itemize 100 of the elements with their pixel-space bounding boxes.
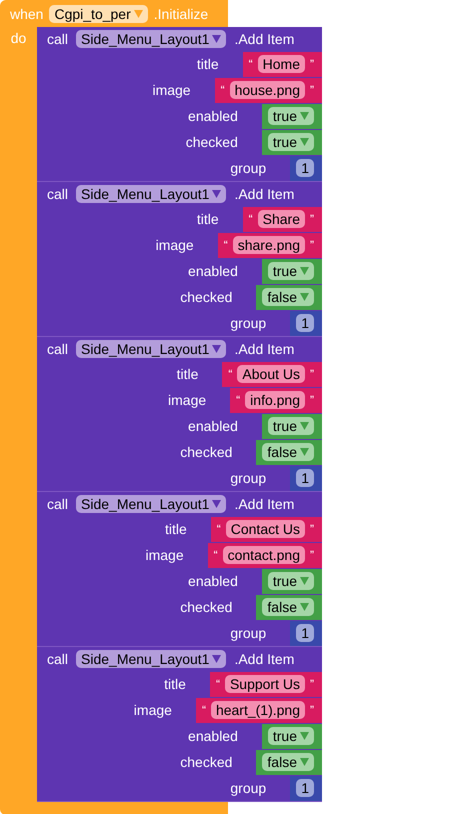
boolean-dropdown[interactable]: true: [268, 572, 314, 590]
close-quote: ”: [310, 83, 314, 97]
open-quote: “: [224, 238, 228, 252]
method-name: .Add Item: [234, 186, 294, 202]
boolean-block[interactable]: false: [256, 594, 322, 620]
text-value[interactable]: info.png: [245, 391, 305, 409]
number-value[interactable]: 1: [296, 469, 314, 487]
open-quote: “: [216, 522, 221, 536]
text-block[interactable]: “ info.png ”: [230, 388, 322, 412]
text-value[interactable]: Home: [258, 55, 305, 73]
do-keyword: do: [10, 30, 26, 46]
text-value[interactable]: About Us: [237, 365, 305, 383]
number-block[interactable]: 1: [290, 620, 322, 646]
parameter-label: image: [151, 82, 192, 98]
boolean-block[interactable]: true: [262, 414, 322, 438]
boolean-dropdown[interactable]: true: [268, 262, 314, 280]
close-quote: ”: [310, 238, 314, 252]
parameter-label: title: [196, 56, 220, 72]
close-quote: ”: [310, 393, 314, 407]
boolean-block[interactable]: false: [256, 440, 322, 464]
text-block[interactable]: “ Home ”: [242, 52, 322, 76]
text-value[interactable]: Contact Us: [226, 520, 305, 538]
method-name: .Add Item: [234, 341, 294, 357]
number-value[interactable]: 1: [296, 159, 314, 177]
call-block[interactable]: call Side_Menu_Layout1 .Add Item title “ Home ” image “ house.png ” enabled true checked true group 1: [37, 27, 322, 182]
parameter-label: title: [176, 366, 200, 382]
parameter-label: image: [144, 547, 185, 563]
text-block[interactable]: “ Support Us ”: [210, 672, 322, 696]
call-keyword: call: [47, 651, 68, 667]
parameter-label: group: [229, 160, 268, 176]
boolean-block[interactable]: true: [262, 568, 322, 594]
open-quote: “: [220, 83, 225, 97]
component-dropdown[interactable]: Side_Menu_Layout1: [76, 650, 226, 668]
text-block[interactable]: “ heart_(1).png ”: [196, 698, 322, 722]
boolean-block[interactable]: true: [262, 258, 322, 284]
dropdown-icon: [300, 293, 309, 301]
text-value[interactable]: contact.png: [222, 546, 305, 564]
call-keyword: call: [47, 186, 68, 202]
number-value[interactable]: 1: [296, 624, 314, 642]
boolean-block[interactable]: true: [262, 130, 322, 154]
boolean-dropdown[interactable]: true: [268, 133, 314, 151]
number-value[interactable]: 1: [296, 779, 314, 797]
call-block[interactable]: call Side_Menu_Layout1 .Add Item title “ Support Us ” image “ heart_(1).png ” enabled true checked false group 1: [37, 647, 322, 802]
boolean-dropdown[interactable]: false: [262, 288, 314, 306]
text-value[interactable]: Share: [258, 210, 305, 228]
text-block[interactable]: “ About Us ”: [222, 362, 322, 386]
boolean-dropdown[interactable]: true: [268, 417, 314, 435]
dropdown-icon: [212, 190, 222, 198]
dropdown-icon: [300, 448, 309, 456]
number-block[interactable]: 1: [290, 776, 322, 800]
component-dropdown[interactable]: Side_Menu_Layout1: [76, 495, 226, 513]
component-dropdown[interactable]: Side_Menu_Layout1: [76, 340, 226, 358]
component-dropdown[interactable]: Side_Menu_Layout1: [76, 185, 226, 203]
number-block[interactable]: 1: [290, 466, 322, 490]
text-block[interactable]: “ house.png ”: [214, 78, 322, 102]
parameter-label: group: [229, 470, 268, 486]
text-block[interactable]: “ share.png ”: [218, 232, 322, 258]
boolean-dropdown[interactable]: true: [268, 727, 314, 745]
boolean-block[interactable]: true: [262, 104, 322, 128]
parameter-label: image: [132, 702, 173, 718]
close-quote: ”: [310, 57, 314, 71]
text-block[interactable]: “ Contact Us ”: [210, 516, 322, 542]
call-block[interactable]: call Side_Menu_Layout1 .Add Item title “ Share ” image “ share.png ” enabled true checked false group 1: [37, 182, 322, 337]
component-dropdown[interactable]: Cgpi_to_per: [49, 4, 148, 22]
text-value[interactable]: house.png: [230, 81, 305, 99]
text-block[interactable]: “ contact.png ”: [208, 542, 322, 568]
number-block[interactable]: 1: [290, 310, 322, 336]
dropdown-icon: [134, 10, 143, 18]
parameter-label: checked: [179, 289, 234, 305]
parameter-label: image: [154, 237, 195, 253]
close-quote: ”: [310, 367, 314, 381]
text-value[interactable]: Support Us: [224, 675, 305, 693]
when-keyword: when: [10, 6, 44, 22]
boolean-block[interactable]: false: [256, 750, 322, 774]
text-block[interactable]: “ Share ”: [242, 206, 322, 232]
dropdown-icon: [212, 500, 222, 508]
boolean-dropdown[interactable]: true: [268, 107, 314, 125]
dropdown-icon: [300, 603, 309, 611]
component-dropdown[interactable]: Side_Menu_Layout1: [76, 30, 226, 48]
number-value[interactable]: 1: [296, 314, 314, 332]
call-block[interactable]: call Side_Menu_Layout1 .Add Item title “ About Us ” image “ info.png ” enabled true checked false group 1: [37, 337, 322, 492]
close-quote: ”: [310, 703, 314, 717]
dropdown-icon: [212, 35, 222, 43]
open-quote: “: [248, 212, 253, 226]
parameter-label: checked: [179, 444, 234, 460]
number-block[interactable]: 1: [290, 156, 322, 180]
boolean-dropdown[interactable]: false: [262, 443, 314, 461]
open-quote: “: [248, 57, 253, 71]
dropdown-icon: [300, 758, 309, 766]
close-quote: ”: [310, 677, 314, 691]
call-block[interactable]: call Side_Menu_Layout1 .Add Item title “ Contact Us ” image “ contact.png ” enabled true checked false group 1: [37, 492, 322, 647]
boolean-block[interactable]: true: [262, 724, 322, 748]
text-value[interactable]: heart_(1).png: [210, 701, 305, 719]
boolean-dropdown[interactable]: false: [262, 753, 314, 771]
event-name: .Initialize: [154, 6, 208, 22]
boolean-block[interactable]: false: [256, 284, 322, 310]
call-keyword: call: [47, 341, 68, 357]
parameter-label: group: [229, 625, 268, 641]
boolean-dropdown[interactable]: false: [262, 598, 314, 616]
text-value[interactable]: share.png: [232, 236, 305, 254]
